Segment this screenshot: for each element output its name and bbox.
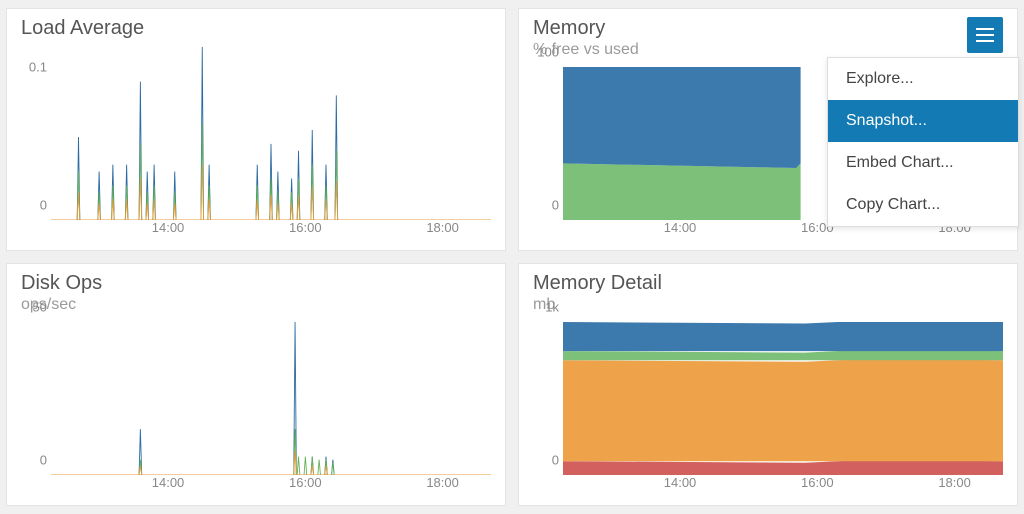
chart-disk-ops: 0 50 14:00 16:00 18:00 xyxy=(21,322,491,495)
y-axis-ticks: 0 1k xyxy=(533,322,563,475)
chart-svg xyxy=(563,322,1003,475)
card-disk-ops: Disk Ops ops/sec 0 50 14:00 16:00 18:00 xyxy=(6,263,506,506)
chart-menu-button[interactable] xyxy=(967,17,1003,53)
y-axis-ticks: 0 0.1 xyxy=(21,47,51,220)
menu-item[interactable]: Copy Chart... xyxy=(828,184,1018,226)
y-axis-ticks: 0 100 xyxy=(533,67,563,220)
x-axis-ticks: 14:00 16:00 18:00 xyxy=(51,220,491,240)
chart-load-average: 0 0.1 14:00 16:00 18:00 xyxy=(21,47,491,240)
card-title: Load Average xyxy=(21,17,491,39)
card-subtitle: mb xyxy=(533,296,1003,314)
chart-memory-detail: 0 1k 14:00 16:00 18:00 xyxy=(533,322,1003,495)
menu-item[interactable]: Embed Chart... xyxy=(828,142,1018,184)
menu-item[interactable]: Explore... xyxy=(828,58,1018,100)
x-axis-ticks: 14:00 16:00 18:00 xyxy=(563,475,1003,495)
chart-svg xyxy=(51,47,491,220)
chart-svg xyxy=(51,322,491,475)
card-title: Disk Ops xyxy=(21,272,491,294)
card-subtitle: ops/sec xyxy=(21,296,491,314)
card-title: Memory Detail xyxy=(533,272,1003,294)
card-load-average: Load Average 0 0.1 14:00 16:00 18:00 xyxy=(6,8,506,251)
card-memory: Memory % free vs used Explore...Snapshot… xyxy=(518,8,1018,251)
dashboard: Load Average 0 0.1 14:00 16:00 18:00 Mem… xyxy=(0,0,1024,514)
menu-item[interactable]: Snapshot... xyxy=(828,100,1018,142)
chart-menu-dropdown: Explore...Snapshot...Embed Chart...Copy … xyxy=(827,57,1019,227)
card-memory-detail: Memory Detail mb 0 1k 14:00 16:00 18:00 xyxy=(518,263,1018,506)
card-title: Memory xyxy=(533,17,967,39)
hamburger-icon xyxy=(976,34,994,36)
y-axis-ticks: 0 50 xyxy=(21,322,51,475)
x-axis-ticks: 14:00 16:00 18:00 xyxy=(51,475,491,495)
